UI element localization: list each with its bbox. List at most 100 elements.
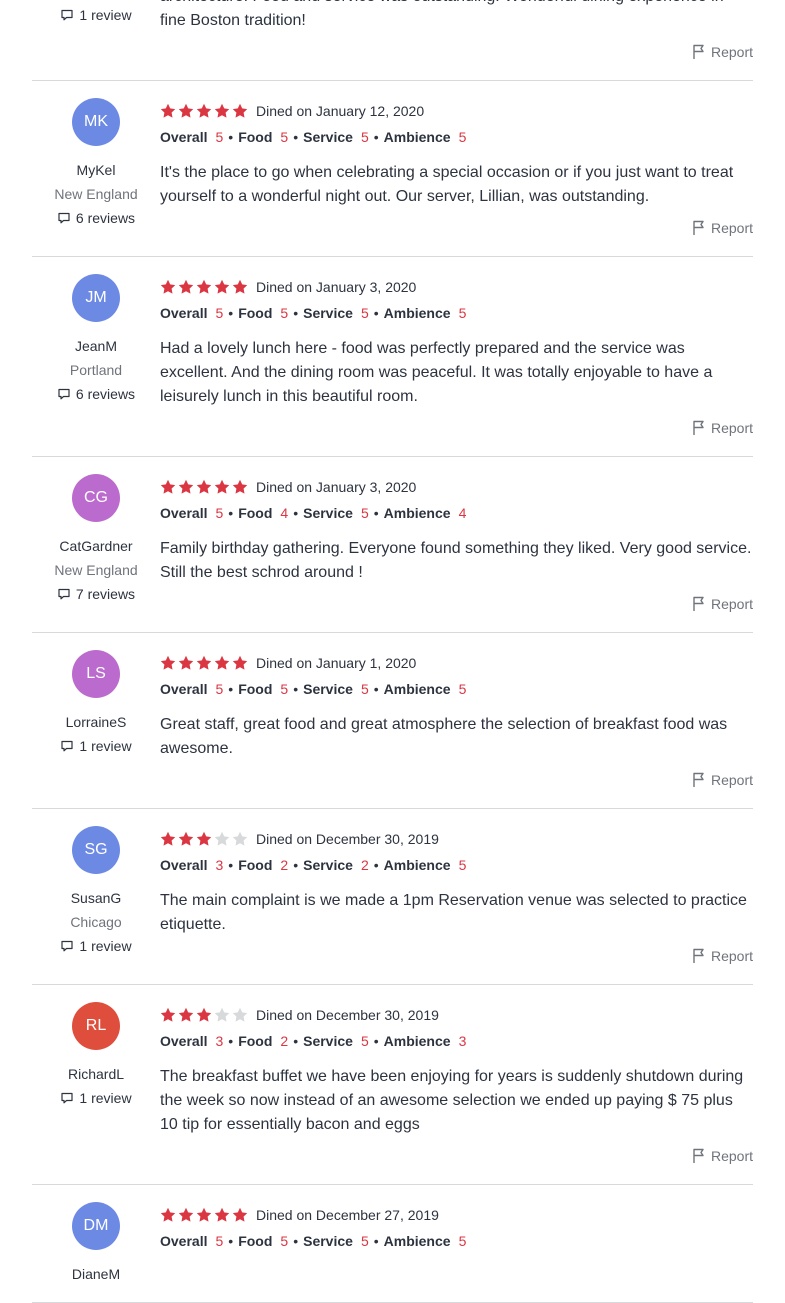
review-count-label: 1 review (79, 1090, 132, 1106)
service-label: Service (303, 129, 353, 145)
reviewer-location: Chicago (70, 914, 122, 930)
category-ratings: Overall 5 • Food 5 • Service 5 • Ambience 5 (160, 676, 753, 703)
avatar[interactable]: MK (72, 98, 120, 146)
ambience-rating-value: 5 (458, 129, 467, 145)
ambience-label: Ambience (383, 1033, 451, 1049)
report-button[interactable]: Report (160, 944, 753, 968)
food-label: Food (238, 505, 273, 521)
star-filled-icon (196, 655, 212, 670)
star-filled-icon (178, 1007, 194, 1022)
reviewer-info: RL RichardL 1 review (32, 1001, 160, 1168)
report-button[interactable]: Report (160, 416, 753, 440)
star-rating (160, 103, 248, 119)
reviewer-name[interactable]: DianeM (72, 1262, 120, 1286)
rating-separator: • (293, 857, 299, 873)
report-button[interactable]: Report (160, 40, 753, 64)
review-header: Dined on December 30, 2019 (160, 825, 753, 852)
star-rating (160, 1007, 248, 1023)
food-rating-value: 2 (280, 1033, 289, 1049)
ambience-rating-value: 5 (458, 305, 467, 321)
avatar[interactable]: CG (72, 474, 120, 522)
review-text: Great staff, great food and great atmosp… (160, 716, 728, 757)
service-rating-value: 5 (360, 681, 369, 697)
rating-separator: • (373, 681, 379, 697)
star-filled-icon (178, 1207, 194, 1222)
ambience-label: Ambience (383, 505, 451, 521)
star-filled-icon (160, 279, 176, 294)
ambience-label: Ambience (383, 305, 451, 321)
dined-date: Dined on January 3, 2020 (256, 278, 417, 295)
review-text: The breakfast buffet we have been enjoyi… (160, 1068, 744, 1133)
overall-label: Overall (160, 505, 208, 521)
rating-separator: • (228, 857, 234, 873)
star-filled-icon (214, 479, 230, 494)
flag-icon (691, 44, 707, 60)
overall-label: Overall (160, 1033, 208, 1049)
reviewer-location: Portland (69, 362, 123, 378)
star-filled-icon (160, 655, 176, 670)
report-button[interactable]: Report (160, 592, 753, 616)
avatar[interactable]: RL (72, 1002, 120, 1050)
review-count-label: 6 reviews (75, 210, 136, 226)
star-rating (160, 831, 248, 847)
review-body: Dined on January 3, 2020 Overall 5 • Food 5 • S… (160, 273, 753, 440)
star-empty-icon (214, 1007, 230, 1022)
service-rating-value: 2 (360, 857, 369, 873)
category-ratings: Overall 5 • Food 5 • Service 5 • Ambience 5 (160, 300, 753, 327)
overall-rating-value: 3 (215, 857, 224, 873)
dined-date: Dined on January 1, 2020 (256, 654, 417, 671)
star-filled-icon (196, 479, 212, 494)
reviewer-name[interactable]: SusanG (71, 886, 122, 910)
rating-separator: • (373, 1233, 379, 1249)
service-rating-value: 5 (360, 505, 369, 521)
overall-label: Overall (160, 857, 208, 873)
star-filled-icon (196, 279, 212, 294)
reviewer-info: JM JeanM Portland 6 reviews (32, 273, 160, 440)
star-rating (160, 479, 248, 495)
report-button[interactable]: Report (160, 1144, 753, 1168)
avatar[interactable]: SG (72, 826, 120, 874)
star-filled-icon (232, 103, 248, 118)
star-filled-icon (214, 279, 230, 294)
reviewer-name[interactable]: RichardL (68, 1062, 124, 1086)
reviewer-name[interactable]: MyKel (77, 158, 116, 182)
flag-icon (691, 596, 707, 612)
avatar[interactable]: JM (72, 274, 120, 322)
review-item: RL RichardL 1 review Dined on December 30, … (32, 985, 753, 1185)
overall-label: Overall (160, 681, 208, 697)
rating-separator: • (373, 305, 379, 321)
reviewer-name[interactable]: CatGardner (59, 534, 132, 558)
report-button[interactable]: Report (160, 216, 753, 240)
reviewer-name[interactable]: JeanM (75, 334, 117, 358)
avatar[interactable]: DM (72, 1202, 120, 1250)
report-button[interactable]: Report (160, 768, 753, 792)
review-text: It's the place to go when celebrating a … (160, 164, 734, 205)
flag-icon (691, 948, 707, 964)
reviewer-name[interactable]: LorraineS (66, 710, 127, 734)
service-label: Service (303, 681, 353, 697)
review-text: The rich history of the Parker House is … (160, 0, 724, 29)
rating-separator: • (293, 129, 299, 145)
review-header: Dined on January 1, 2020 (160, 649, 753, 676)
report-label: Report (710, 948, 753, 964)
category-ratings: Overall 5 • Food 5 • Service 5 • Ambience 5 (160, 124, 753, 151)
reviewer-info: LS LorraineS 1 review (32, 649, 160, 792)
flag-icon (691, 1148, 707, 1164)
star-filled-icon (196, 103, 212, 118)
star-empty-icon (232, 831, 248, 846)
ambience-label: Ambience (383, 1233, 451, 1249)
reviewer-info: CG CatGardner New England 7 reviews (32, 473, 160, 616)
rating-separator: • (373, 1033, 379, 1049)
avatar[interactable]: LS (72, 650, 120, 698)
review-header: Dined on January 3, 2020 (160, 473, 753, 500)
star-filled-icon (160, 1207, 176, 1222)
dined-date: Dined on December 27, 2019 (256, 1206, 439, 1223)
reviewer-location: New England (54, 562, 138, 578)
review-text: Family birthday gathering. Everyone foun… (160, 540, 752, 581)
dined-date: Dined on December 30, 2019 (256, 830, 439, 847)
category-ratings: Overall 5 • Food 5 • Service 5 • Ambience 5 (160, 1228, 753, 1255)
rating-separator: • (228, 505, 234, 521)
service-label: Service (303, 857, 353, 873)
chat-bubble-icon (57, 211, 71, 225)
review-item: JM JeanM Portland 6 reviews Dined on January… (32, 257, 753, 457)
